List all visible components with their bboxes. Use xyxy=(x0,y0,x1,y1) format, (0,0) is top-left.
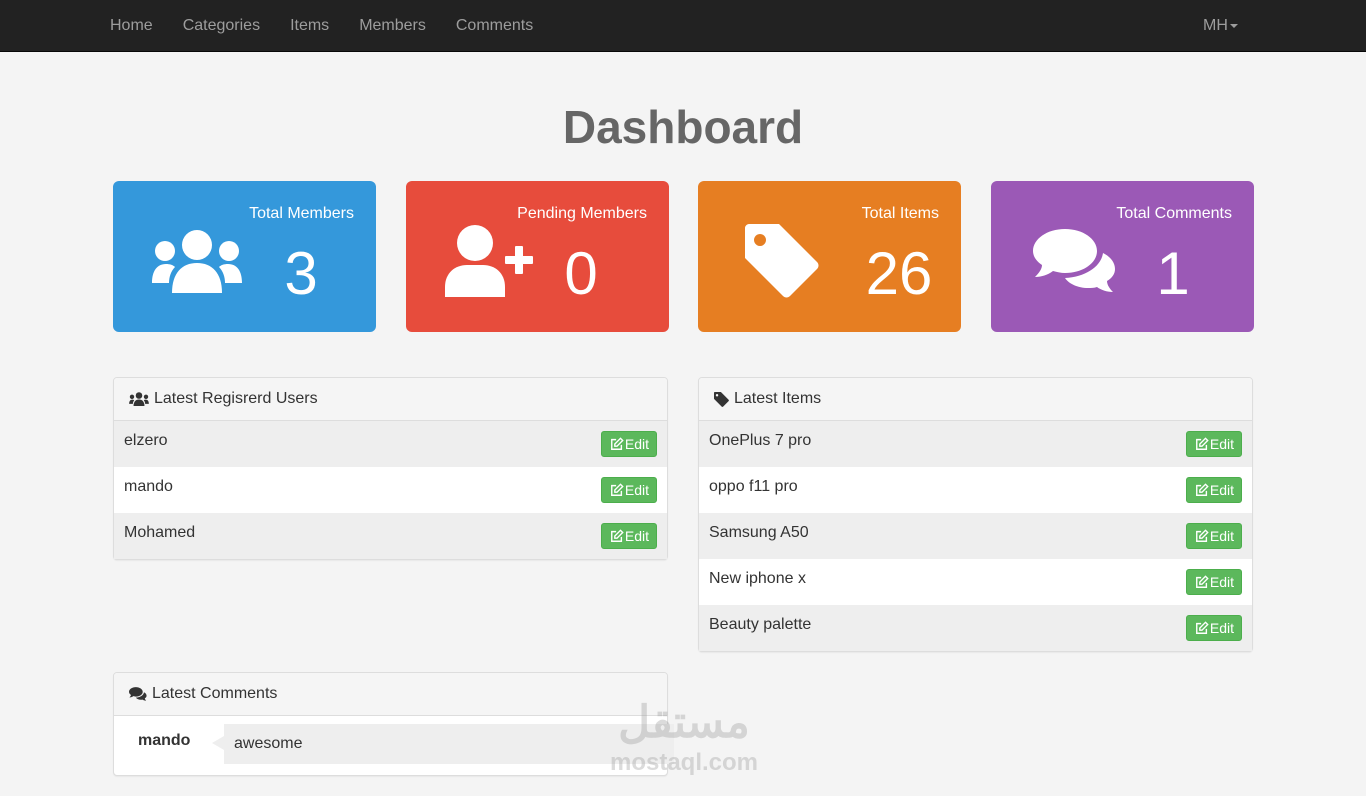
page-title: Dashboard xyxy=(562,101,804,153)
list-item: elzero Edit xyxy=(114,421,667,467)
list-item: New iphone x Edit xyxy=(699,559,1252,605)
list-item: mando Edit xyxy=(114,467,667,513)
items-list: OnePlus 7 pro Edit oppo f11 pro Edit Sam… xyxy=(699,421,1252,651)
item-name: New iphone x xyxy=(709,570,806,587)
stat-total-members[interactable]: Total Members 3 xyxy=(113,181,376,332)
edit-button[interactable]: Edit xyxy=(600,477,657,503)
tag-icon xyxy=(714,391,729,407)
nav-members[interactable]: Members xyxy=(344,0,441,51)
panel-title: Latest Comments xyxy=(152,685,278,702)
user-dropdown[interactable]: MH xyxy=(1188,0,1253,51)
item-name: Beauty palette xyxy=(709,616,812,633)
list-item: oppo f11 pro Edit xyxy=(699,467,1252,513)
panel-title: Latest Items xyxy=(734,390,822,407)
nav-categories[interactable]: Categories xyxy=(168,0,275,51)
stat-pending-members[interactable]: Pending Members 0 xyxy=(406,181,669,332)
latest-items-panel: Latest Items OnePlus 7 pro Edit oppo f11… xyxy=(698,377,1253,652)
stat-value: 3 xyxy=(284,240,318,307)
edit-label: Edit xyxy=(624,528,649,544)
list-item: Samsung A50 Edit xyxy=(699,513,1252,559)
edit-icon xyxy=(1195,575,1209,588)
edit-label: Edit xyxy=(1209,436,1234,452)
stat-value: 26 xyxy=(865,240,933,307)
edit-icon xyxy=(610,483,624,496)
users-list: elzero Edit mando Edit Mohamed Edit xyxy=(114,421,667,559)
panel-title: Latest Regisrerd Users xyxy=(154,390,318,407)
item-name: oppo f11 pro xyxy=(709,478,798,495)
edit-label: Edit xyxy=(1209,482,1234,498)
nav-comments[interactable]: Comments xyxy=(441,0,548,51)
stat-value: 1 xyxy=(1156,240,1190,307)
navbar: Home Categories Items Members Comments M… xyxy=(0,0,1366,52)
users-icon xyxy=(129,392,149,406)
edit-icon xyxy=(610,437,624,450)
nav-items[interactable]: Items xyxy=(275,0,344,51)
edit-icon xyxy=(1195,621,1209,634)
nav-links: Home Categories Items Members Comments xyxy=(95,0,548,51)
item-name: Samsung A50 xyxy=(709,524,809,541)
edit-label: Edit xyxy=(1209,620,1234,636)
stat-total-items[interactable]: Total Items 26 xyxy=(698,181,961,332)
user-name: MH xyxy=(1203,17,1228,34)
comments-icon xyxy=(129,687,147,701)
latest-users-panel: Latest Regisrerd Users elzero Edit mando… xyxy=(113,377,668,560)
edit-icon xyxy=(1195,483,1209,496)
edit-icon xyxy=(1195,437,1209,450)
edit-button[interactable]: Edit xyxy=(1185,569,1242,595)
panel-heading: Latest Regisrerd Users xyxy=(114,378,667,421)
edit-button[interactable]: Edit xyxy=(1185,431,1242,457)
edit-button[interactable]: Edit xyxy=(600,431,657,457)
panel-heading: Latest Items xyxy=(699,378,1252,421)
stat-label: Total Items xyxy=(861,205,939,222)
edit-button[interactable]: Edit xyxy=(1185,477,1242,503)
stat-label: Total Comments xyxy=(1116,205,1232,222)
edit-button[interactable]: Edit xyxy=(600,523,657,549)
stat-total-comments[interactable]: Total Comments 1 xyxy=(991,181,1254,332)
user-plus-icon xyxy=(445,225,533,297)
tag-icon xyxy=(745,224,819,298)
stat-label: Total Members xyxy=(249,205,354,222)
edit-label: Edit xyxy=(1209,528,1234,544)
edit-label: Edit xyxy=(624,436,649,452)
caret-down-icon xyxy=(1229,23,1238,28)
stat-label: Pending Members xyxy=(517,205,647,222)
list-item: OnePlus 7 pro Edit xyxy=(699,421,1252,467)
watermark-logo: مستقل xyxy=(618,698,750,747)
latest-comments-panel: Latest Comments mando awesome xyxy=(113,672,674,776)
comment-box: mando awesome xyxy=(114,716,674,774)
edit-button[interactable]: Edit xyxy=(1185,615,1242,641)
item-name: OnePlus 7 pro xyxy=(709,432,812,449)
edit-icon xyxy=(610,529,624,542)
edit-button[interactable]: Edit xyxy=(1185,523,1242,549)
watermark: مستقل mostaql.com xyxy=(600,696,768,780)
watermark-text: mostaql.com xyxy=(609,749,759,776)
comments-icon xyxy=(1033,229,1115,292)
panel-heading: Latest Comments xyxy=(114,673,667,716)
list-item: Beauty palette Edit xyxy=(699,605,1252,651)
nav-home[interactable]: Home xyxy=(95,0,168,51)
user-name: mando xyxy=(124,478,173,495)
edit-label: Edit xyxy=(624,482,649,498)
users-icon xyxy=(152,230,242,293)
edit-icon xyxy=(1195,529,1209,542)
stat-value: 0 xyxy=(564,240,598,307)
user-name: elzero xyxy=(124,432,168,449)
list-item: Mohamed Edit xyxy=(114,513,667,559)
comment-user: mando xyxy=(138,732,191,749)
edit-label: Edit xyxy=(1209,574,1234,590)
user-name: Mohamed xyxy=(124,524,196,541)
